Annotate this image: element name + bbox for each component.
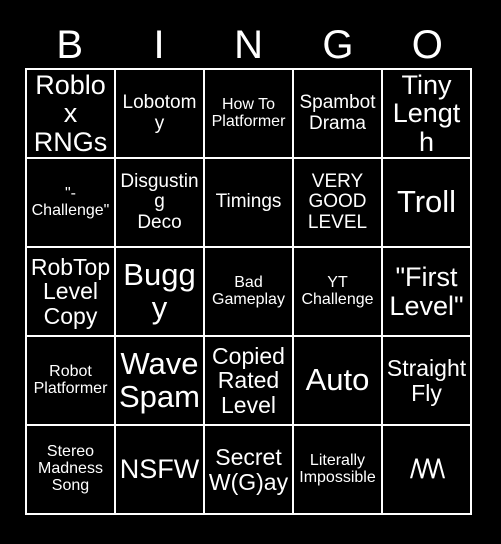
bingo-cell-r1-c4[interactable]: Spambot Drama <box>294 70 381 157</box>
bingo-cell-r2-c3[interactable]: Timings <box>205 159 292 246</box>
bingo-cell-r2-c2[interactable]: Disgusting Deco <box>116 159 203 246</box>
bingo-cell-r5-c4[interactable]: Literally Impossible <box>294 426 381 513</box>
bingo-card: B I N G O Roblox RNGs Lobotomy How To Plat… <box>0 0 501 544</box>
bingo-cell-r4-c5[interactable]: Straight Fly <box>383 337 470 424</box>
header-letter-b: B <box>56 23 84 67</box>
header-letter-o: O <box>411 23 443 67</box>
bingo-cell-r3-c3[interactable]: Bad Gameplay <box>205 248 292 335</box>
bingo-cell-r3-c5[interactable]: "First Level" <box>383 248 470 335</box>
header-letter-g: G <box>322 23 354 67</box>
bingo-cell-r3-c4[interactable]: YT Challenge <box>294 248 381 335</box>
bingo-cell-r1-c1[interactable]: Roblox RNGs <box>27 70 114 157</box>
bingo-cell-r2-c1[interactable]: "- Challenge" <box>27 159 114 246</box>
bingo-cell-r4-c4[interactable]: Auto <box>294 337 381 424</box>
bingo-cell-r4-c3[interactable]: Copied Rated Level <box>205 337 292 424</box>
bingo-cell-r1-c3[interactable]: How To Platformer <box>205 70 292 157</box>
bingo-cell-r3-c1[interactable]: RobTop Level Copy <box>27 248 114 335</box>
header-letter-i: I <box>153 23 165 67</box>
bingo-cell-r5-c5[interactable]: /\/\/\ <box>383 426 470 513</box>
bingo-cell-r1-c5[interactable]: Tiny Length <box>383 70 470 157</box>
header-letter-n: N <box>234 23 263 67</box>
bingo-cell-r1-c2[interactable]: Lobotomy <box>116 70 203 157</box>
bingo-cell-r5-c2[interactable]: NSFW <box>116 426 203 513</box>
bingo-cell-r2-c4[interactable]: VERY GOOD LEVEL <box>294 159 381 246</box>
bingo-cell-r4-c1[interactable]: Robot Platformer <box>27 337 114 424</box>
bingo-cell-r3-c2[interactable]: Buggy <box>116 248 203 335</box>
bingo-cell-r2-c5[interactable]: Troll <box>383 159 470 246</box>
bingo-cell-r5-c3[interactable]: Secret W(G)ay <box>205 426 292 513</box>
bingo-header: B I N G O <box>25 22 472 68</box>
bingo-cell-r5-c1[interactable]: Stereo Madness Song <box>27 426 114 513</box>
bingo-grid: Roblox RNGs Lobotomy How To Platformer Spam… <box>25 68 472 515</box>
bingo-cell-r4-c2[interactable]: Wave Spam <box>116 337 203 424</box>
